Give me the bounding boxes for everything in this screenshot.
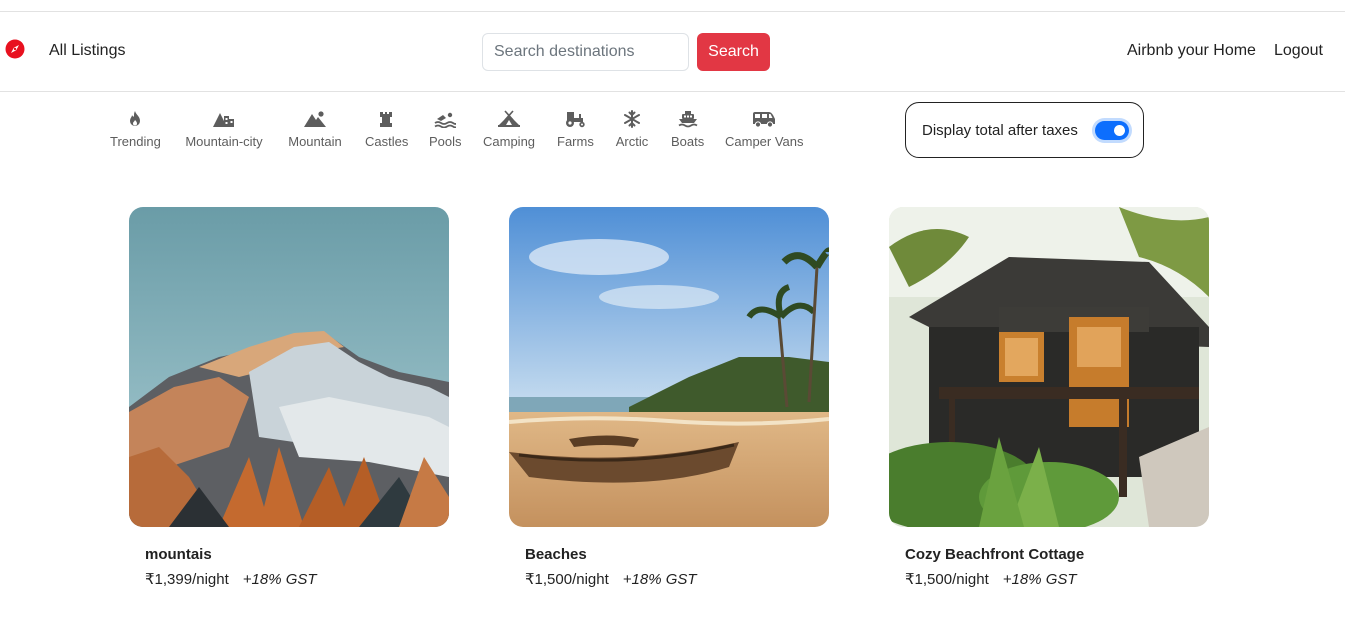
filter-mountain-city[interactable]: Mountain-city bbox=[184, 110, 264, 149]
snowy-mountain-image[interactable] bbox=[129, 207, 449, 527]
filter-boats[interactable]: Boats bbox=[671, 110, 704, 149]
filter-trending[interactable]: Trending bbox=[110, 110, 161, 149]
filter-farms[interactable]: Farms bbox=[557, 110, 594, 149]
filter-camping[interactable]: Camping bbox=[483, 110, 535, 149]
listing-title: mountais bbox=[145, 546, 212, 563]
navbar: All Listings Search Airbnb your Home Log… bbox=[0, 12, 1345, 92]
listing-title: Beaches bbox=[525, 546, 587, 563]
ferry-icon bbox=[671, 110, 704, 130]
gst-note: +18% GST bbox=[242, 571, 317, 588]
price-per-night: ₹1,399/night bbox=[145, 571, 229, 588]
gst-note: +18% GST bbox=[622, 571, 697, 588]
gst-note: +18% GST bbox=[1002, 571, 1077, 588]
listing-card[interactable]: mountais ₹1,399/night +18% GST bbox=[129, 207, 449, 588]
fire-icon bbox=[110, 110, 160, 130]
snowflake-icon bbox=[614, 110, 650, 130]
search-input[interactable] bbox=[482, 33, 689, 71]
all-listings-link[interactable]: All Listings bbox=[49, 42, 125, 60]
search-button[interactable]: Search bbox=[697, 33, 770, 71]
price-per-night: ₹1,500/night bbox=[525, 571, 609, 588]
listing-card[interactable]: Cozy Beachfront Cottage ₹1,500/night +18%… bbox=[889, 207, 1209, 588]
listing-card[interactable]: Beaches ₹1,500/night +18% GST bbox=[509, 207, 829, 588]
filter-arctic[interactable]: Arctic bbox=[614, 110, 650, 149]
logout-link[interactable]: Logout bbox=[1274, 42, 1323, 60]
chess-rook-icon bbox=[365, 110, 407, 130]
airbnb-your-home-link[interactable]: Airbnb your Home bbox=[1127, 42, 1256, 60]
price-per-night: ₹1,500/night bbox=[905, 571, 989, 588]
beach-boat-image[interactable] bbox=[509, 207, 829, 527]
campground-icon bbox=[483, 110, 535, 130]
listing-title: Cozy Beachfront Cottage bbox=[905, 546, 1085, 563]
tax-toggle-label: Display total after taxes bbox=[922, 122, 1078, 139]
person-swimming-icon bbox=[429, 110, 461, 130]
tax-toggle-panel: Display total after taxes bbox=[905, 102, 1144, 158]
filter-mountain[interactable]: Mountain bbox=[287, 110, 343, 149]
filter-castles[interactable]: Castles bbox=[365, 110, 408, 149]
compass-icon[interactable] bbox=[5, 39, 25, 59]
toggle-knob bbox=[1114, 125, 1125, 136]
listing-price: ₹1,399/night +18% GST bbox=[145, 570, 317, 588]
filter-camper-vans[interactable]: Camper Vans bbox=[725, 110, 804, 149]
filter-pools[interactable]: Pools bbox=[429, 110, 462, 149]
listing-price: ₹1,500/night +18% GST bbox=[905, 570, 1077, 588]
tax-toggle-switch[interactable] bbox=[1095, 121, 1129, 140]
wooden-cottage-image[interactable] bbox=[889, 207, 1209, 527]
mountain-city-icon bbox=[184, 110, 264, 130]
van-shuttle-icon bbox=[725, 110, 803, 130]
mountain-sun-icon bbox=[287, 110, 343, 130]
tractor-icon bbox=[557, 110, 593, 130]
listing-price: ₹1,500/night +18% GST bbox=[525, 570, 697, 588]
